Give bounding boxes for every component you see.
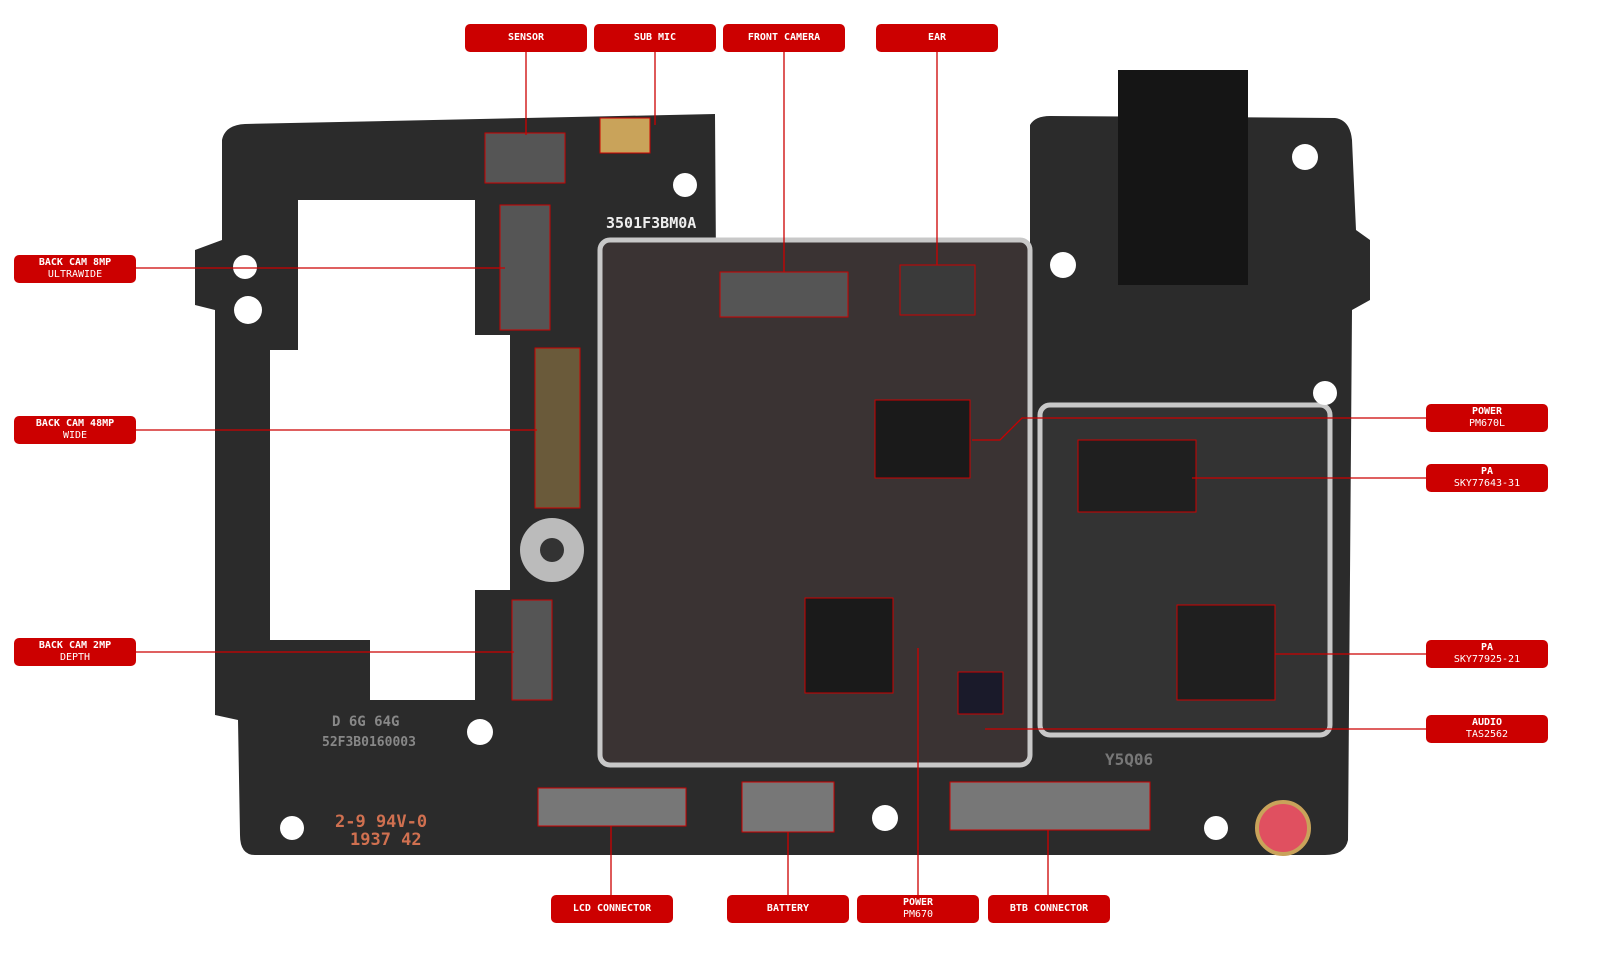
battery-connector [741, 781, 835, 833]
label-sensor: SENSOR [465, 24, 587, 52]
label-subtitle: PM670L [1468, 418, 1506, 429]
sub-mic [599, 117, 651, 154]
label-title: BACK CAM 48MP [35, 418, 115, 429]
mount-hole [673, 173, 697, 197]
label-subtitle: PM670 [902, 909, 934, 920]
label-power-pm670l: POWER PM670L [1426, 404, 1548, 432]
mount-hole [280, 816, 304, 840]
ear-contacts [899, 264, 976, 316]
label-sub-mic: SUB MIC [594, 24, 716, 52]
board-date: 1937 42 [350, 830, 422, 850]
mount-hole [1292, 144, 1318, 170]
label-title: PA [1480, 642, 1494, 653]
lcd-connector [537, 787, 687, 827]
board-serial: 52F3B0160003 [322, 735, 416, 750]
label-pa-sky77925: PA SKY77925-21 [1426, 640, 1548, 668]
label-back-cam-48mp: BACK CAM 48MP WIDE [14, 416, 136, 444]
label-title: AUDIO [1471, 717, 1503, 728]
chip-tas2562 [957, 671, 1004, 715]
label-title: PA [1480, 466, 1494, 477]
mount-hole [233, 255, 257, 279]
label-title: BACK CAM 8MP [38, 257, 112, 268]
chip-pm670 [804, 597, 894, 694]
chip-pm670l [874, 399, 971, 479]
label-title: BTB CONNECTOR [1009, 903, 1089, 914]
mount-hole [1050, 252, 1076, 278]
btb-connector [949, 781, 1151, 831]
mount-hole [1204, 816, 1228, 840]
label-title: BATTERY [766, 903, 810, 914]
audio-jack [1118, 70, 1248, 285]
sensor-connector [484, 132, 566, 184]
motherboard-photo [136, 51, 1426, 895]
chip-sky77925 [1176, 604, 1276, 701]
label-subtitle: ULTRAWIDE [47, 269, 103, 280]
label-power-pm670: POWER PM670 [857, 895, 979, 923]
back-cam-8mp-connector [499, 204, 551, 331]
label-title: FRONT CAMERA [747, 32, 821, 43]
label-title: EAR [927, 32, 947, 43]
label-subtitle: DEPTH [59, 652, 91, 663]
label-btb-connector: BTB CONNECTOR [988, 895, 1110, 923]
label-title: LCD CONNECTOR [572, 903, 652, 914]
mount-hole [1313, 381, 1337, 405]
back-cam-48mp-connector [534, 347, 581, 509]
board-variant: D 6G 64G [332, 714, 400, 730]
chip-sky77643 [1077, 439, 1197, 513]
label-back-cam-2mp: BACK CAM 2MP DEPTH [14, 638, 136, 666]
label-pa-sky77643: PA SKY77643-31 [1426, 464, 1548, 492]
label-subtitle: SKY77643-31 [1453, 478, 1521, 489]
label-lcd-connector: LCD CONNECTOR [551, 895, 673, 923]
label-subtitle: TAS2562 [1465, 729, 1509, 740]
label-title: BACK CAM 2MP [38, 640, 112, 651]
label-title: POWER [902, 897, 934, 908]
mount-hole [872, 805, 898, 831]
label-front-camera: FRONT CAMERA [723, 24, 845, 52]
label-battery: BATTERY [727, 895, 849, 923]
label-subtitle: WIDE [62, 430, 88, 441]
label-subtitle: SKY77925-21 [1453, 654, 1521, 665]
front-camera-connector [719, 271, 849, 318]
board-part-number: 3501F3BM0A [606, 214, 697, 232]
label-title: SENSOR [507, 32, 545, 43]
mount-hole [467, 719, 493, 745]
label-ear: EAR [876, 24, 998, 52]
vibration-pad [1255, 800, 1311, 856]
board-rating: 2-9 94V-0 [335, 812, 428, 832]
back-cam-2mp-connector [511, 599, 553, 701]
label-audio: AUDIO TAS2562 [1426, 715, 1548, 743]
mount-hole [234, 296, 262, 324]
label-title: SUB MIC [633, 32, 677, 43]
screw-hole [540, 538, 564, 562]
label-back-cam-8mp: BACK CAM 8MP ULTRAWIDE [14, 255, 136, 283]
label-title: POWER [1471, 406, 1503, 417]
camera-cutout [270, 200, 510, 700]
board-code: Y5Q06 [1105, 750, 1154, 769]
